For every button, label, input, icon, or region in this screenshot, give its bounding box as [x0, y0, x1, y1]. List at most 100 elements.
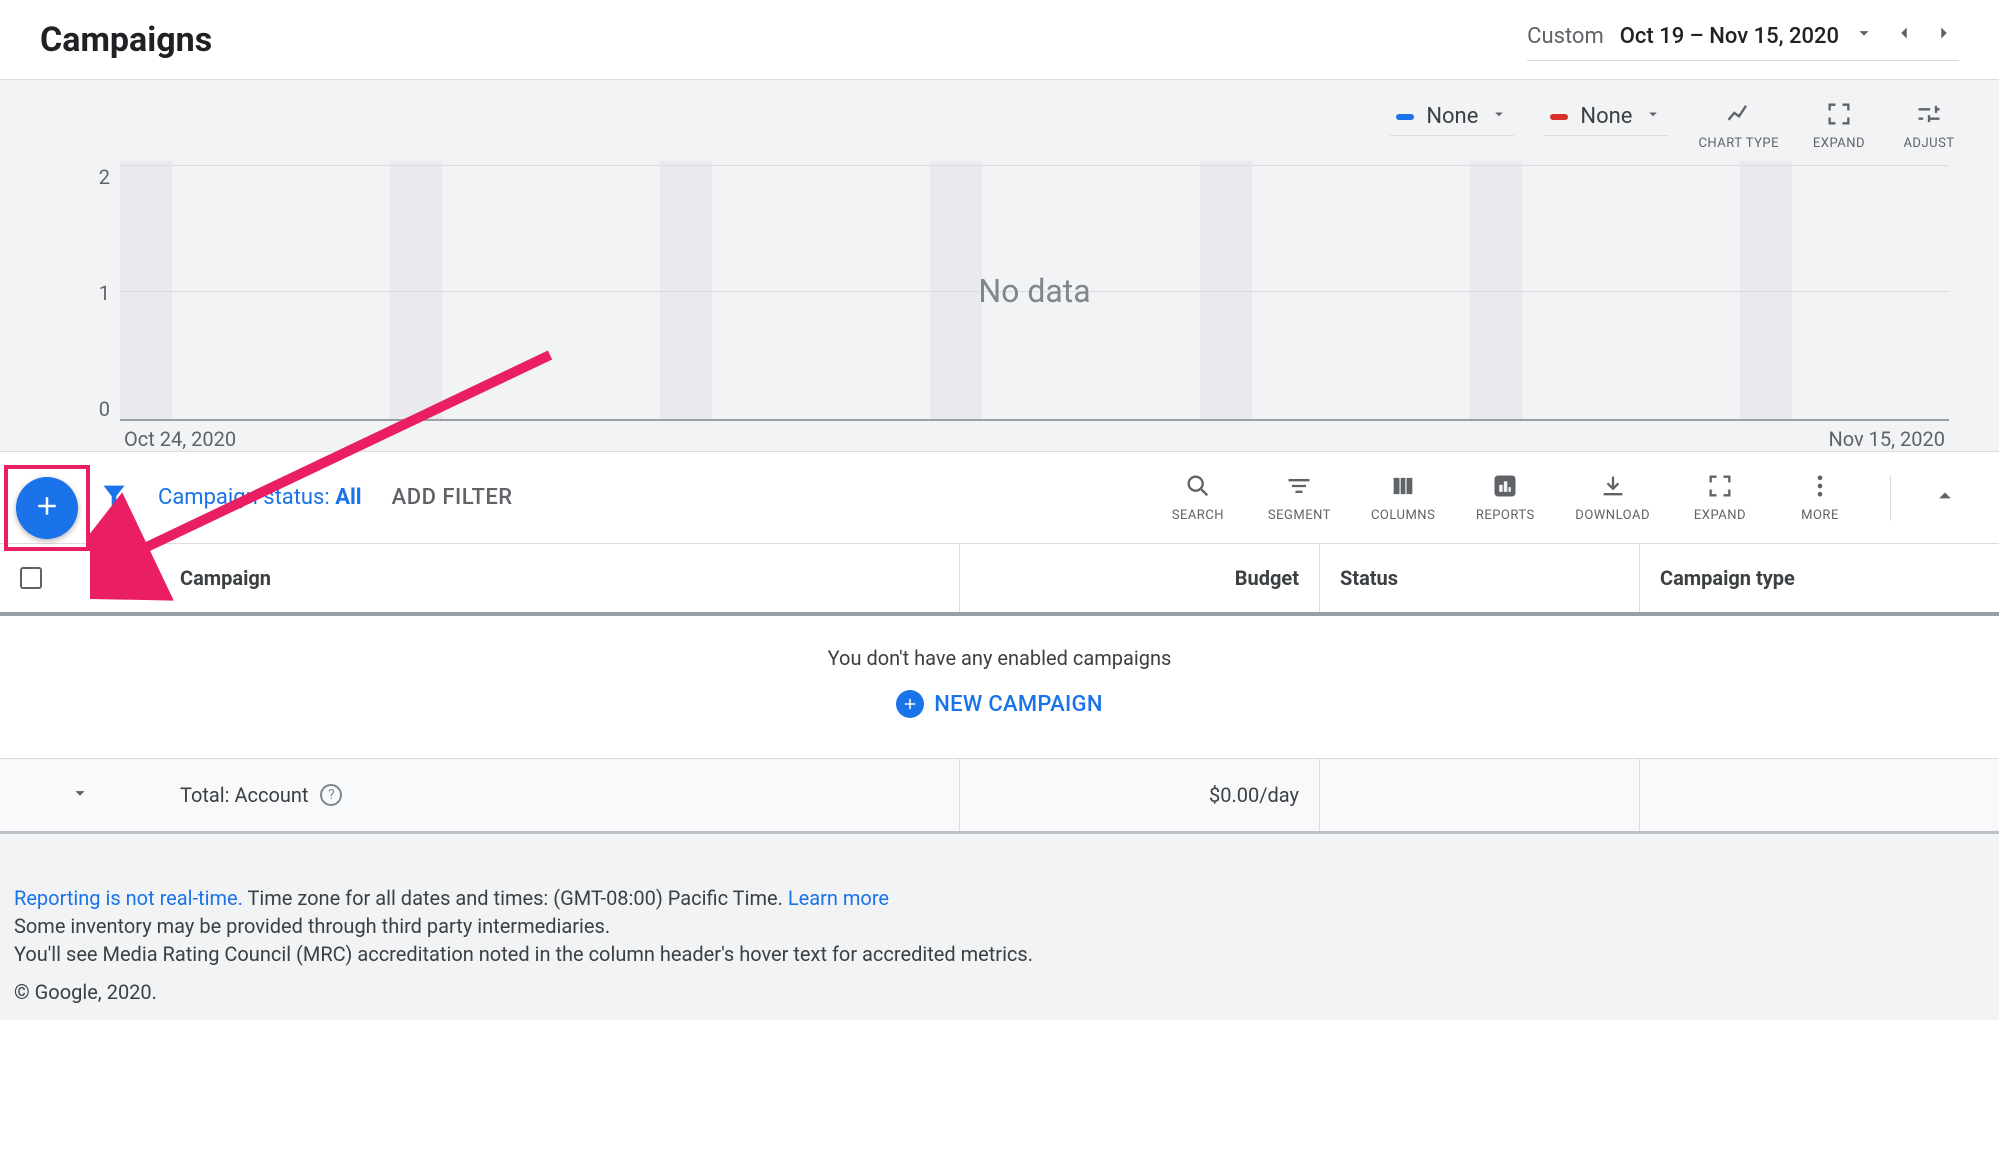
date-range-picker[interactable]: Custom Oct 19 – Nov 15, 2020 [1527, 18, 1959, 61]
copyright: © Google, 2020. [14, 978, 1985, 1006]
filter-icon[interactable] [100, 481, 128, 515]
search-button[interactable]: SEARCH [1168, 472, 1228, 523]
chart-body: 2 1 0 No data Oct 24, 2020 Nov 15, 2020 [0, 161, 1999, 451]
reporting-realtime-link[interactable]: Reporting is not real-time. [14, 886, 243, 910]
chart-adjust-label: ADJUST [1903, 136, 1954, 151]
plus-icon [32, 491, 62, 525]
metric-picker-a[interactable]: None [1390, 100, 1514, 136]
status-label: Campaign status: [158, 485, 335, 510]
date-range-value: Oct 19 – Nov 15, 2020 [1620, 24, 1839, 49]
add-campaign-fab[interactable] [16, 477, 78, 539]
table-tools: SEARCH SEGMENT COLUMNS REPORTS DOWNLOAD … [1168, 472, 1959, 523]
x-tick-end: Nov 15, 2020 [1828, 427, 1945, 451]
page-title: Campaigns [40, 20, 212, 60]
footer-line-3: You'll see Media Rating Council (MRC) ac… [14, 940, 1985, 968]
x-tick-start: Oct 24, 2020 [124, 427, 236, 451]
help-icon[interactable]: ? [320, 784, 342, 806]
gridline [120, 165, 1949, 166]
search-icon [1184, 472, 1212, 504]
totals-status-cell [1319, 759, 1639, 831]
new-campaign-label: NEW CAMPAIGN [934, 692, 1102, 717]
caret-down-icon[interactable] [1849, 18, 1879, 54]
segment-label: SEGMENT [1268, 508, 1331, 523]
expand-icon [1825, 100, 1853, 132]
download-icon [1599, 472, 1627, 504]
footer-notes: Reporting is not real-time. Time zone fo… [0, 834, 1999, 1020]
status-header-cell [70, 544, 160, 612]
footer-line-1-rest: Time zone for all dates and times: (GMT-… [243, 886, 788, 910]
chart-adjust-button[interactable]: ADJUST [1899, 100, 1959, 151]
chart-type-label: CHART TYPE [1698, 136, 1779, 151]
chevron-down-icon [69, 782, 91, 809]
segment-icon [1285, 472, 1313, 504]
y-tick: 0 [80, 397, 110, 421]
learn-more-link[interactable]: Learn more [788, 886, 889, 910]
caret-down-icon [1490, 104, 1508, 129]
no-data-label: No data [978, 272, 1090, 310]
reports-button[interactable]: REPORTS [1475, 472, 1535, 523]
status-value: All [335, 485, 361, 510]
status-header[interactable]: Status [1319, 544, 1639, 612]
metric-b-label: None [1580, 104, 1632, 129]
metric-picker-b[interactable]: None [1544, 100, 1668, 136]
totals-expand-cell[interactable] [0, 759, 160, 831]
campaigns-table: Campaign Budget Status Campaign type You… [0, 544, 1999, 834]
expand-table-label: EXPAND [1694, 508, 1746, 523]
download-label: DOWNLOAD [1575, 508, 1650, 523]
chart-toolbar: None None CHART TYPE EXPAND [0, 80, 1999, 161]
tool-divider [1890, 475, 1891, 521]
filter-bar: Campaign status: All ADD FILTER SEARCH S… [0, 451, 1999, 544]
add-filter-button[interactable]: ADD FILTER [392, 485, 513, 510]
expand-table-button[interactable]: EXPAND [1690, 472, 1750, 523]
chart-plot: No data [120, 161, 1949, 421]
footer-line-2: Some inventory may be provided through t… [14, 912, 1985, 940]
budget-header[interactable]: Budget [959, 544, 1319, 612]
empty-state-text: You don't have any enabled campaigns [0, 646, 1999, 670]
campaign-type-header[interactable]: Campaign type [1639, 544, 1999, 612]
y-tick: 2 [80, 165, 110, 189]
metric-a-label: None [1426, 104, 1478, 129]
totals-type-cell [1639, 759, 1999, 831]
x-axis-ticks: Oct 24, 2020 Nov 15, 2020 [120, 421, 1949, 461]
search-label: SEARCH [1172, 508, 1224, 523]
chevron-right-icon[interactable] [1929, 18, 1959, 54]
chart-panel: None None CHART TYPE EXPAND [0, 80, 1999, 451]
chart-baseline [120, 419, 1949, 421]
expand-icon [1706, 472, 1734, 504]
more-label: MORE [1801, 508, 1839, 523]
totals-row: Total: Account ? $0.00/day [0, 759, 1999, 831]
caret-down-icon [1644, 104, 1662, 129]
y-axis-ticks: 2 1 0 [80, 161, 110, 421]
metric-swatch-blue [1396, 114, 1414, 120]
reports-icon [1491, 472, 1519, 504]
download-button[interactable]: DOWNLOAD [1575, 472, 1650, 523]
plus-circle-icon [896, 690, 924, 718]
select-all-checkbox[interactable] [20, 567, 42, 589]
y-tick: 1 [80, 281, 110, 305]
totals-label: Total: Account [180, 783, 308, 807]
chart-type-button[interactable]: CHART TYPE [1698, 100, 1779, 151]
new-campaign-button[interactable]: NEW CAMPAIGN [896, 690, 1102, 718]
date-range-prefix: Custom [1527, 24, 1604, 49]
table-header-row: Campaign Budget Status Campaign type [0, 544, 1999, 616]
adjust-icon [1915, 100, 1943, 132]
status-dot-icon [90, 569, 108, 587]
segment-button[interactable]: SEGMENT [1268, 472, 1331, 523]
more-icon [1806, 472, 1834, 504]
chart-expand-button[interactable]: EXPAND [1809, 100, 1869, 151]
columns-label: COLUMNS [1371, 508, 1435, 523]
more-button[interactable]: MORE [1790, 472, 1850, 523]
metric-swatch-red [1550, 114, 1568, 120]
empty-state: You don't have any enabled campaigns NEW… [0, 616, 1999, 759]
page-header: Campaigns Custom Oct 19 – Nov 15, 2020 [0, 0, 1999, 80]
columns-button[interactable]: COLUMNS [1371, 472, 1435, 523]
filter-left: Campaign status: All ADD FILTER [100, 481, 513, 515]
campaign-status-filter[interactable]: Campaign status: All [158, 485, 362, 510]
totals-label-cell: Total: Account ? [160, 759, 959, 831]
select-all-cell [0, 544, 70, 612]
campaign-header[interactable]: Campaign [160, 544, 959, 612]
chevron-left-icon[interactable] [1889, 18, 1919, 54]
footer-line-1: Reporting is not real-time. Time zone fo… [14, 884, 1985, 912]
columns-icon [1389, 472, 1417, 504]
collapse-chart-button[interactable] [1931, 482, 1959, 514]
